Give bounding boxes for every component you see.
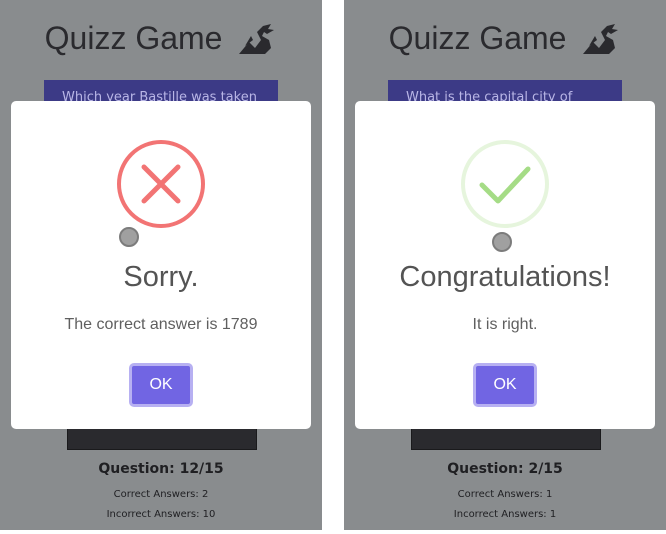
loading-indicator-icon [492,232,512,252]
question-counter: Question: 12/15 [98,461,224,477]
loading-indicator-icon [119,227,139,247]
dialog-message: The correct answer is 1789 [64,316,258,333]
success-check-icon [461,140,549,228]
app-title-text: Quizz Game [388,20,567,57]
dialog-title: Congratulations! [399,261,611,293]
dragon-logo-icon [239,23,275,54]
question-counter: Question: 2/15 [447,461,563,477]
incorrect-answers-count: Incorrect Answers: 1 [453,509,557,520]
app-title-text: Quizz Game [44,20,223,57]
app-title: Quizz Game [344,18,666,57]
incorrect-answers-count: Incorrect Answers: 10 [106,509,216,520]
dragon-logo-icon [583,23,619,54]
ok-button[interactable]: OK [129,363,193,407]
result-dialog-error: Sorry. The correct answer is 1789 OK [11,101,311,429]
dialog-title: Sorry. [123,261,199,293]
ok-button[interactable]: OK [473,363,537,407]
correct-answers-count: Correct Answers: 1 [457,489,553,500]
error-x-icon [117,140,205,228]
result-dialog-success: Congratulations! It is right. OK [355,101,655,429]
correct-answers-count: Correct Answers: 2 [113,489,209,500]
app-title: Quizz Game [0,18,322,57]
dialog-message: It is right. [472,316,538,333]
